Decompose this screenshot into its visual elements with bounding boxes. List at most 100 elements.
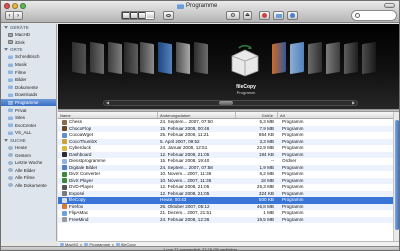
eject-button[interactable]: ⏏ — [243, 11, 252, 20]
status-bar: 1 von 77 ausgewählt, 23,78 GB verfügbar — [1, 246, 399, 250]
coverflow-scroll-thumb[interactable] — [219, 101, 233, 105]
sidebar-item-alle-dokumente[interactable]: Alle Dokumente — [1, 182, 56, 190]
sidebar-item-label: Heute — [15, 145, 28, 151]
finder-window: Programme ‹ › ⚙ ⏏ GERÄTE MacHD iDisk ORT… — [0, 0, 400, 251]
file-icon — [62, 165, 67, 171]
title-toolbar-bar: Programme ‹ › ⚙ ⏏ — [1, 1, 399, 23]
sidebar-item-label: Sites — [15, 115, 26, 121]
action-menu-button[interactable]: ⚙ — [226, 11, 240, 20]
coverflow-item[interactable] — [72, 41, 86, 75]
gear-icon: ⚙ — [230, 12, 236, 19]
coverflow-item[interactable] — [272, 41, 286, 75]
sidebar-section-header[interactable]: SUCHE — [1, 137, 56, 144]
coverflow-item[interactable] — [326, 41, 340, 75]
back-forward-control: ‹ › — [5, 11, 23, 20]
quicklook-button[interactable] — [163, 11, 174, 20]
column-header-name[interactable]: Name — [58, 112, 158, 118]
table-row[interactable]: FreeMind 24. Februar 2008, 12:36 19,5 MB Pr… — [58, 216, 393, 223]
sidebar-item-programme[interactable]: Programme — [1, 98, 56, 107]
coverflow-item[interactable] — [124, 41, 138, 75]
zoom-window-button[interactable] — [20, 3, 26, 9]
minimize-window-button[interactable] — [12, 3, 18, 9]
sidebar-item-filme[interactable]: Filme — [1, 68, 56, 76]
forward-button[interactable]: › — [14, 12, 22, 19]
coverflow-item[interactable] — [108, 41, 122, 75]
sidebar-item-idisk[interactable]: iDisk — [1, 39, 56, 47]
sidebar-item-alle-filme[interactable]: Alle Filme — [1, 174, 56, 182]
column-view-button[interactable] — [138, 12, 146, 19]
downloads-icon — [8, 92, 13, 97]
sidebar-section-header[interactable]: ORTE — [1, 46, 56, 53]
coverflow-item[interactable] — [140, 41, 154, 75]
file-icon — [62, 158, 67, 164]
coverflow-view[interactable]: fileCopy Programm ◀ ▶ — [58, 24, 399, 109]
search-field[interactable] — [351, 10, 397, 21]
list-scroll-thumb[interactable] — [395, 120, 399, 230]
coverflow-item[interactable] — [290, 41, 304, 75]
sidebar-item-musik[interactable]: Musik — [1, 61, 56, 69]
documents-icon — [8, 85, 13, 90]
file-icon — [62, 171, 67, 177]
sidebar-item-letzte-woche[interactable]: Letzte Woche — [1, 159, 56, 167]
disclosure-triangle-icon[interactable] — [4, 26, 8, 29]
coverflow-item[interactable] — [194, 41, 208, 75]
sidebar-item-downloads[interactable]: Downloads — [1, 91, 56, 99]
sidebar-item-privat[interactable]: Privat — [1, 106, 56, 114]
file-icon — [62, 204, 67, 210]
sidebar-item-label: Schreibtisch — [15, 54, 40, 60]
sidebar-item-label: Gestern — [15, 152, 32, 158]
sidebar-item-vs-all[interactable]: VS_ALL — [1, 129, 56, 137]
file-icon — [62, 217, 67, 223]
sidebar-item-machd[interactable]: MacHD — [1, 31, 56, 39]
sidebar-section-title: ORTE — [10, 47, 23, 53]
sidebar-section-header[interactable]: GERÄTE — [1, 24, 56, 31]
coverflow-item[interactable] — [90, 41, 104, 75]
disclosure-triangle-icon[interactable] — [4, 48, 8, 52]
get-info-button[interactable] — [287, 11, 298, 20]
sidebar-item-label: Filme — [15, 69, 26, 75]
sidebar-item-heute[interactable]: Heute — [1, 144, 56, 152]
file-name: FreeMind — [69, 216, 89, 222]
burn-button[interactable] — [259, 11, 270, 20]
sidebar-item-sites[interactable]: Sites — [1, 114, 56, 122]
column-header-date[interactable]: Änderungsdatum — [158, 112, 236, 118]
coverflow-view-button[interactable] — [146, 12, 154, 19]
search-icon — [355, 13, 360, 18]
smart-folder-icon — [8, 183, 13, 188]
view-mode-control — [121, 11, 155, 20]
disclosure-triangle-icon[interactable] — [4, 138, 8, 142]
applications-icon — [8, 100, 13, 105]
search-input[interactable] — [362, 12, 395, 19]
sidebar-section-title: SUCHE — [10, 137, 26, 143]
coverflow-item[interactable] — [158, 41, 172, 75]
sidebar-item-schreibtisch[interactable]: Schreibtisch — [1, 53, 56, 61]
coverflow-item[interactable] — [176, 41, 190, 75]
coverflow-item[interactable] — [362, 41, 376, 75]
column-header-size[interactable]: Größe — [236, 112, 278, 118]
sidebar-item-evocenter[interactable]: EvoCenter — [1, 122, 56, 130]
list-scrollbar[interactable] — [393, 112, 399, 241]
sidebar-item-label: iDisk — [15, 39, 25, 45]
file-icon — [62, 152, 67, 158]
sidebar-item-gestern[interactable]: Gestern — [1, 151, 56, 159]
file-icon — [62, 210, 67, 216]
chevron-left-icon[interactable]: ◀ — [105, 101, 110, 105]
chevron-right-icon[interactable]: ▶ — [351, 101, 356, 105]
close-window-button[interactable] — [4, 3, 10, 9]
file-icon — [62, 191, 67, 197]
coverflow-item[interactable] — [308, 41, 322, 75]
toolbar-toggle-button[interactable] — [384, 3, 395, 8]
sidebar-item-dokumente[interactable]: Dokumente — [1, 84, 56, 92]
sidebar-shortcut-button[interactable] — [273, 11, 284, 20]
list-view-button[interactable] — [130, 12, 138, 19]
icon-view-button[interactable] — [122, 12, 130, 19]
back-button[interactable]: ‹ — [6, 12, 14, 19]
coverflow-scrollbar[interactable]: ◀ ▶ — [103, 100, 358, 106]
sidebar-item-label: Alle Dokumente — [15, 182, 47, 188]
column-header-kind[interactable]: Art — [278, 112, 393, 118]
sidebar-item-alle-bilder[interactable]: Alle Bilder — [1, 167, 56, 175]
sidebar-item-bilder[interactable]: Bilder — [1, 76, 56, 84]
sites-icon — [8, 115, 13, 120]
coverflow-item[interactable] — [344, 41, 358, 75]
coverflow-selected-item[interactable] — [228, 44, 262, 78]
